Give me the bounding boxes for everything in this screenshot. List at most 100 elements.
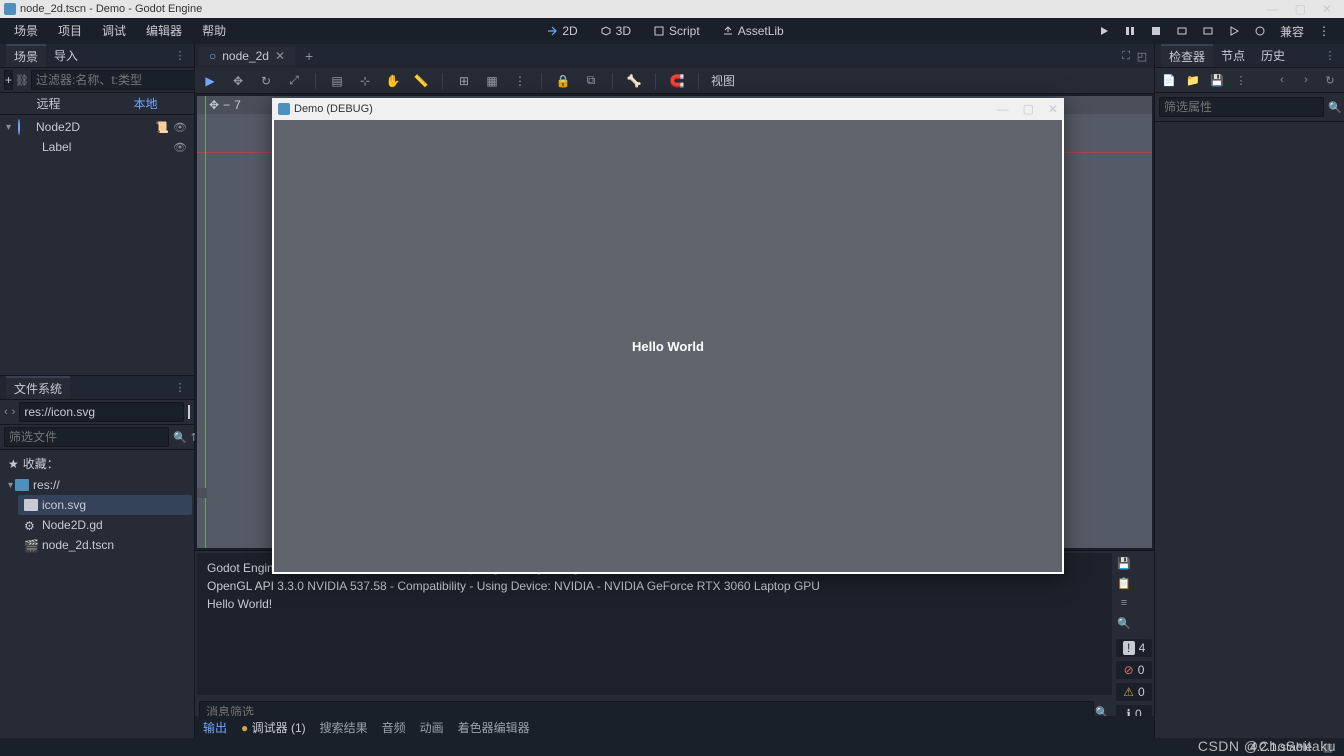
tab-audio[interactable]: 音频 — [382, 719, 406, 736]
scene-tab[interactable]: ○ node_2d ✕ — [199, 47, 295, 65]
close-icon[interactable]: ✕ — [1322, 2, 1332, 16]
tab-history[interactable]: 历史 — [1253, 45, 1293, 66]
fs-path-input[interactable] — [19, 402, 184, 422]
bone-icon[interactable]: 🦴 — [625, 72, 643, 90]
info-count[interactable]: !4 — [1116, 639, 1152, 657]
cursor-icon[interactable]: ✥ — [209, 98, 219, 112]
history-icon[interactable]: ↻ — [1322, 72, 1338, 88]
link-icon[interactable]: ⛓ — [15, 72, 29, 88]
nav-back-icon[interactable]: ‹ — [1274, 72, 1290, 88]
remote-icon[interactable] — [1172, 21, 1192, 41]
render-icon[interactable] — [1250, 21, 1270, 41]
search-log-icon[interactable]: 🔍 — [1116, 615, 1132, 631]
error-count[interactable]: ⊘0 — [1116, 661, 1152, 679]
save-log-icon[interactable]: 💾 — [1116, 555, 1132, 571]
add-node-button[interactable]: + — [4, 70, 13, 90]
subtab-local[interactable]: 本地 — [97, 93, 194, 114]
new-tab-button[interactable]: + — [295, 48, 323, 64]
list-tool-icon[interactable]: ▤ — [328, 72, 346, 90]
play-button[interactable] — [1094, 21, 1114, 41]
game-window[interactable]: Demo (DEBUG) — ▢ ✕ Hello World — [272, 98, 1064, 574]
tab-filesystem[interactable]: 文件系统 — [6, 376, 70, 399]
view-menu[interactable]: 视图 — [711, 72, 735, 89]
tab-anim[interactable]: 动画 — [420, 719, 444, 736]
fs-file[interactable]: icon.svg — [18, 495, 192, 515]
snap-options-icon[interactable]: ▦ — [483, 72, 501, 90]
anchor-icon[interactable]: ⊹ — [356, 72, 374, 90]
scale-tool-icon[interactable]: ⤢ — [285, 72, 303, 90]
menu-help[interactable]: 帮助 — [192, 18, 236, 44]
move-tool-icon[interactable]: ✥ — [229, 72, 247, 90]
visible-icon[interactable]: 👁 — [172, 119, 188, 135]
new-resource-icon[interactable]: 📄 — [1161, 72, 1177, 88]
tab-search[interactable]: 搜索结果 — [320, 719, 368, 736]
expand-view-icon[interactable]: ⛶ — [1118, 48, 1134, 64]
distraction-free-icon[interactable]: ◰ — [1134, 48, 1150, 64]
fs-file[interactable]: 🎬node_2d.tscn — [18, 535, 192, 555]
rotate-tool-icon[interactable]: ↻ — [257, 72, 275, 90]
script-icon[interactable]: 📜 — [154, 119, 170, 135]
tab-scene[interactable]: 场景 — [6, 44, 46, 67]
view-script-button[interactable]: Script — [643, 19, 710, 43]
menu-scene[interactable]: 场景 — [4, 18, 48, 44]
view-assetlib-button[interactable]: AssetLib — [712, 19, 794, 43]
fs-file[interactable]: ⚙Node2D.gd — [18, 515, 192, 535]
tree-row-root[interactable]: ▾ Node2D 📜👁 — [2, 117, 192, 137]
visible-icon[interactable]: 👁 — [172, 139, 188, 155]
pause-button[interactable] — [1120, 21, 1140, 41]
pan-tool-icon[interactable]: ✋ — [384, 72, 402, 90]
minimize-icon[interactable]: — — [997, 102, 1009, 116]
tree-row-child[interactable]: Label 👁 — [2, 137, 192, 157]
load-resource-icon[interactable]: 📁 — [1185, 72, 1201, 88]
magnet-icon[interactable]: 🧲 — [668, 72, 686, 90]
zoom-out-icon[interactable]: − — [223, 98, 230, 112]
close-tab-icon[interactable]: ✕ — [275, 49, 285, 63]
fs-filter-input[interactable] — [4, 427, 169, 447]
more-icon[interactable]: ⋮ — [1314, 21, 1334, 41]
nav-back-icon[interactable]: ‹ — [4, 404, 8, 420]
tab-output[interactable]: 输出 — [203, 719, 227, 736]
menu-editor[interactable]: 编辑器 — [136, 18, 192, 44]
panel-menu-icon[interactable]: ⋮ — [1322, 48, 1338, 64]
fs-favorites[interactable]: ★收藏： — [2, 452, 192, 475]
maximize-icon[interactable]: ▢ — [1295, 2, 1306, 16]
tab-shader[interactable]: 着色器编辑器 — [458, 719, 530, 736]
render-mode[interactable]: 兼容 — [1276, 23, 1308, 40]
tab-import[interactable]: 导入 — [46, 45, 86, 66]
minimize-icon[interactable]: — — [1267, 2, 1279, 16]
movie-icon[interactable] — [1198, 21, 1218, 41]
tab-debugger[interactable]: ● 调试器 (1) — [241, 719, 306, 736]
ruler-tool-icon[interactable]: 📏 — [412, 72, 430, 90]
more-icon[interactable]: ⋮ — [1233, 72, 1249, 88]
inspector-filter-input[interactable] — [1159, 97, 1324, 117]
copy-log-icon[interactable]: 📋 — [1116, 575, 1132, 591]
scene-filter-input[interactable] — [31, 70, 196, 90]
expand-icon[interactable]: ▾ — [6, 122, 18, 133]
menu-debug[interactable]: 调试 — [92, 18, 136, 44]
clear-log-icon[interactable]: ≡ — [1116, 595, 1132, 611]
scroll-handle[interactable] — [197, 488, 207, 498]
output-log[interactable]: Godot Engine v4.2.1.stable.official.b09f… — [197, 553, 1112, 695]
snap-icon[interactable]: ⊞ — [455, 72, 473, 90]
group-icon[interactable]: ⧉ — [582, 72, 600, 90]
select-tool-icon[interactable]: ▶ — [201, 72, 219, 90]
tab-node[interactable]: 节点 — [1213, 45, 1253, 66]
view-3d-button[interactable]: 3D — [590, 19, 641, 43]
view-2d-button[interactable]: 2D — [536, 19, 587, 43]
close-icon[interactable]: ✕ — [1048, 102, 1058, 116]
fs-root[interactable]: ▾res:// — [2, 475, 192, 495]
panel-menu-icon[interactable]: ⋮ — [172, 380, 188, 396]
search-icon[interactable]: 🔍 — [173, 429, 187, 445]
subtab-remote[interactable]: 远程 — [0, 93, 97, 114]
tab-inspector[interactable]: 检查器 — [1161, 44, 1213, 67]
more-icon[interactable]: ⋮ — [511, 72, 529, 90]
stop-button[interactable] — [1146, 21, 1166, 41]
nav-fwd-icon[interactable]: › — [1298, 72, 1314, 88]
panel-menu-icon[interactable]: ⋮ — [172, 48, 188, 64]
play-scene-button[interactable] — [1224, 21, 1244, 41]
lock-icon[interactable]: 🔒 — [554, 72, 572, 90]
nav-fwd-icon[interactable]: › — [12, 404, 16, 420]
save-resource-icon[interactable]: 💾 — [1209, 72, 1225, 88]
menu-project[interactable]: 项目 — [48, 18, 92, 44]
search-icon[interactable]: 🔍 — [1328, 99, 1342, 115]
